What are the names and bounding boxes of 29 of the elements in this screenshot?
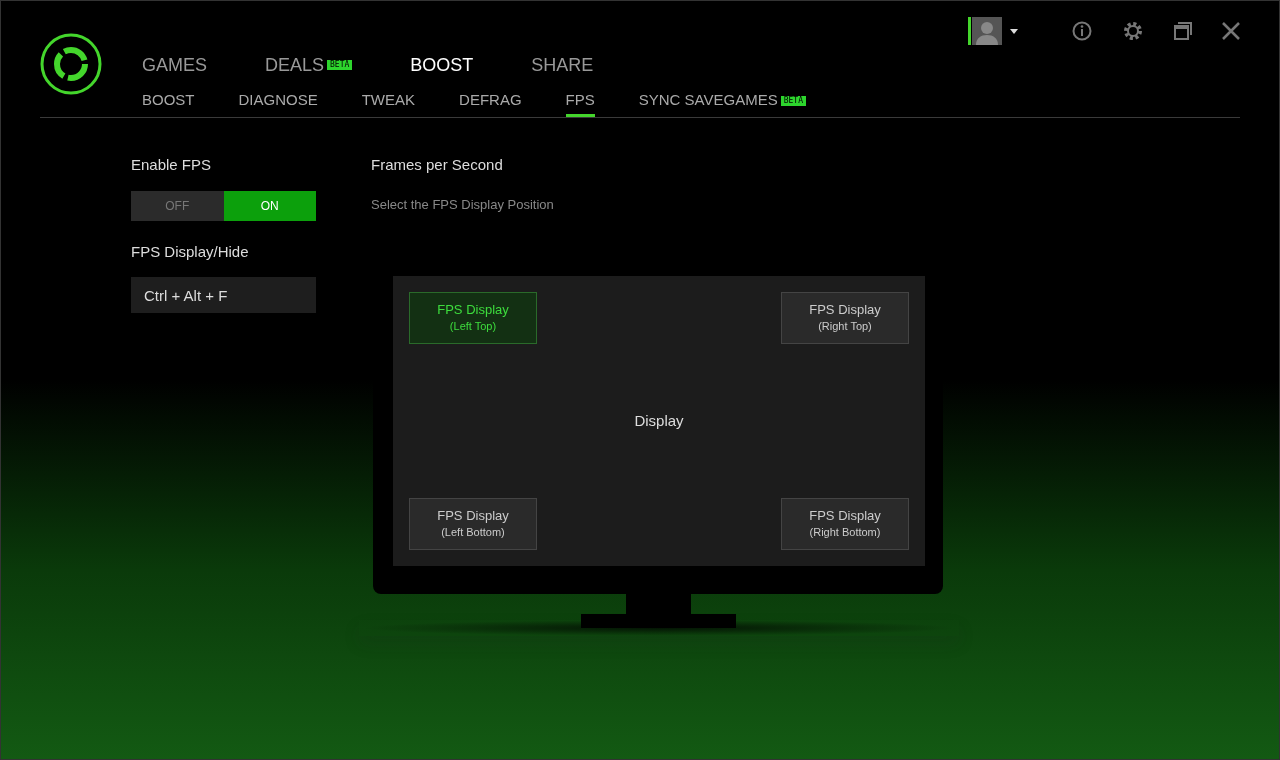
position-option[interactable]: FPS Display (Right Top): [781, 292, 909, 344]
nav-tab[interactable]: GAMES: [142, 51, 207, 79]
hotkey-field[interactable]: Ctrl + Alt + F: [131, 277, 316, 313]
nav-tab[interactable]: BOOST: [142, 85, 195, 117]
nav-tab[interactable]: DEFRAG: [459, 85, 522, 117]
position-option[interactable]: FPS Display (Left Bottom): [409, 498, 537, 550]
instruction-text: Select the FPS Display Position: [371, 195, 555, 214]
beta-badge: BETA: [327, 60, 353, 70]
logo: [40, 33, 102, 95]
nav-tab[interactable]: DEALS: [265, 51, 325, 79]
info-icon[interactable]: [1072, 21, 1092, 41]
nav-tab[interactable]: SHARE: [531, 51, 594, 79]
close-icon[interactable]: [1222, 22, 1240, 40]
settings-icon[interactable]: [1122, 20, 1144, 42]
restore-icon[interactable]: [1174, 22, 1192, 40]
nav-tab[interactable]: BOOST: [410, 51, 474, 79]
beta-badge: BETA: [780, 96, 806, 106]
nav-tab[interactable]: FPS: [565, 85, 595, 117]
avatar-icon[interactable]: [968, 17, 1002, 45]
section-label: Enable FPS: [131, 155, 213, 175]
section-label: FPS Display/Hide: [131, 241, 250, 262]
caret-icon[interactable]: [1010, 28, 1018, 34]
nav-tab[interactable]: SYNC SAVEGAMES: [638, 85, 778, 117]
nav-tab[interactable]: DIAGNOSE: [238, 85, 318, 117]
nav-tab[interactable]: TWEAK: [361, 85, 416, 117]
position-option[interactable]: FPS Display (Left Top): [409, 292, 537, 344]
section-title: Frames per Second: [371, 155, 504, 175]
position-option[interactable]: FPS Display (Right Bottom): [781, 498, 909, 550]
display-label: Display: [634, 410, 684, 431]
